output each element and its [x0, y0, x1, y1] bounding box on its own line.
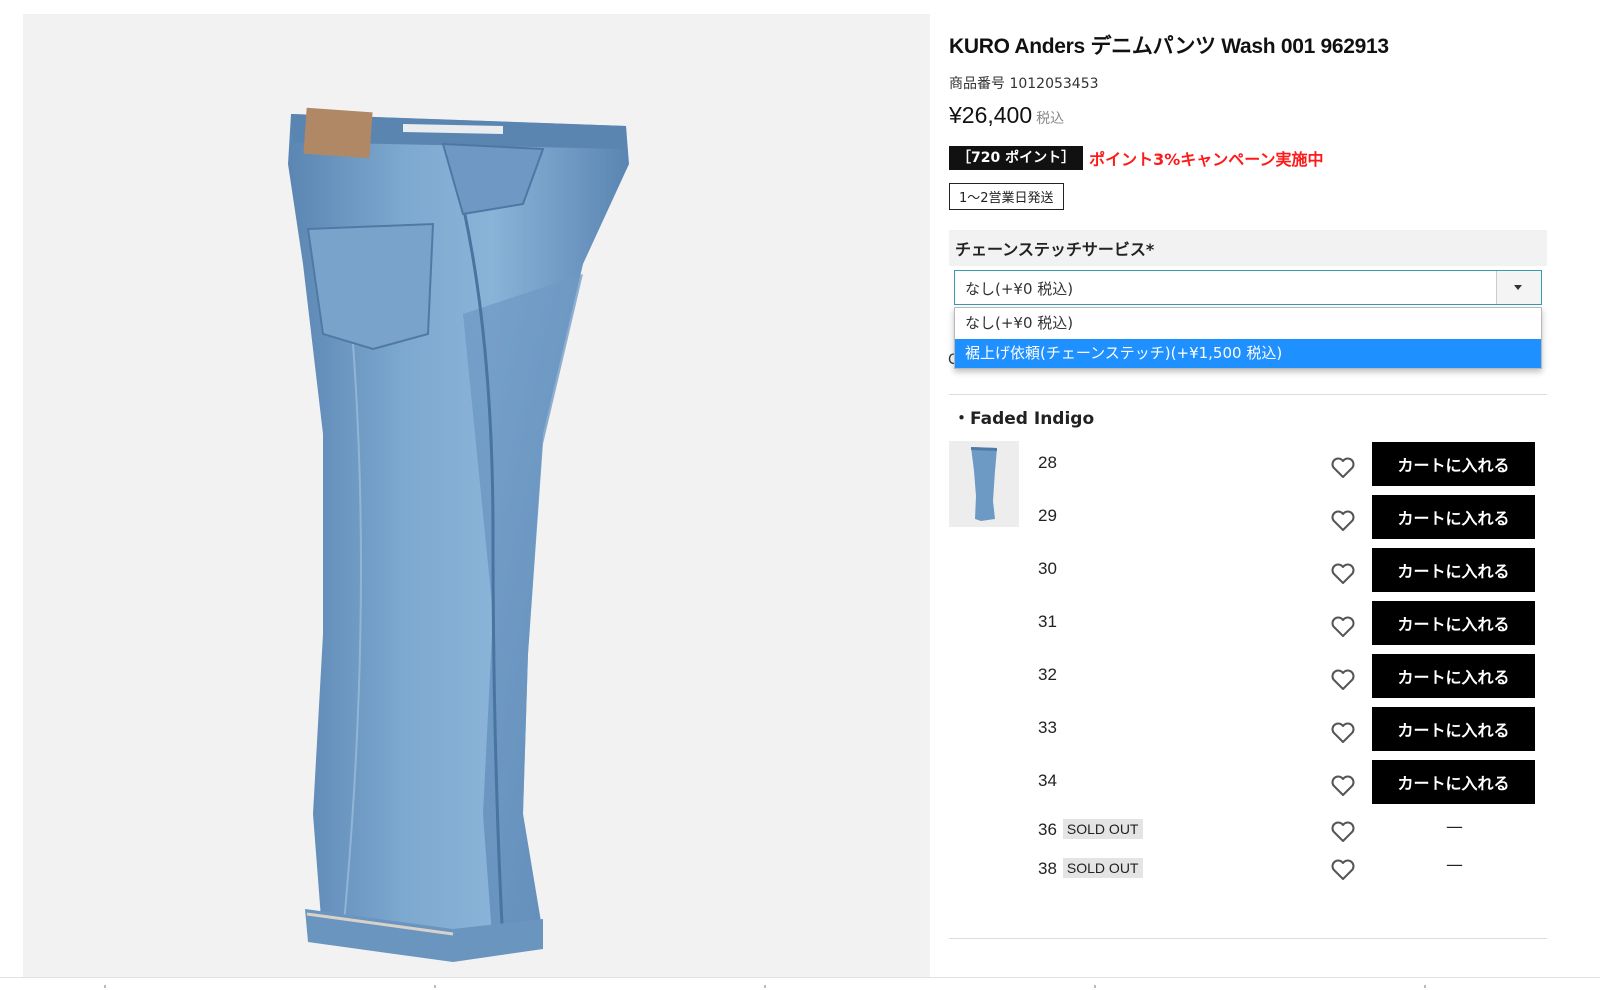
divider-tick: [1424, 985, 1426, 988]
chain-stitch-label: チェーンステッチサービス*: [955, 240, 1155, 259]
unavailable-dash: —: [1446, 855, 1463, 875]
tax-label: 税込: [1036, 111, 1065, 127]
size-label: 31: [1038, 612, 1057, 631]
size-label: 28: [1038, 453, 1057, 472]
points-badge: ［720 ポイント］: [949, 146, 1084, 170]
size-label: 33: [1038, 718, 1057, 737]
points-row: ［720 ポイント］ ポイント3%キャンペーン実施中: [949, 146, 1323, 170]
price: ¥26,400: [949, 102, 1033, 128]
size-label: 38 SOLD OUT: [1038, 858, 1143, 879]
add-to-cart-button[interactable]: カートに入れる: [1372, 601, 1535, 645]
sold-out-badge: SOLD OUT: [1062, 819, 1143, 839]
heart-icon[interactable]: [1330, 721, 1356, 745]
size-label: 36 SOLD OUT: [1038, 819, 1143, 840]
product-image[interactable]: [23, 14, 930, 977]
add-to-cart-button[interactable]: カートに入れる: [1372, 760, 1535, 804]
heart-icon[interactable]: [1330, 820, 1356, 844]
add-to-cart-button[interactable]: カートに入れる: [1372, 707, 1535, 751]
product-title: KURO Anders デニムパンツ Wash 001 962913: [949, 35, 1389, 58]
heart-icon[interactable]: [1330, 456, 1356, 480]
divider-tick: [764, 985, 766, 988]
chain-stitch-dropdown: なし(+¥0 税込) 裾上げ依頼(チェーンステッチ)(+¥1,500 税込): [954, 307, 1542, 369]
product-number: 商品番号 1012053453: [949, 76, 1099, 92]
size-label: 29: [1038, 506, 1057, 525]
jeans-photo: [288, 107, 629, 962]
size-label: 32: [1038, 665, 1057, 684]
jeans-thumbnail-image: [971, 447, 997, 521]
dropdown-option-none[interactable]: なし(+¥0 税込): [955, 309, 1541, 338]
chain-stitch-select[interactable]: なし(+¥0 税込): [954, 270, 1542, 305]
heart-icon[interactable]: [1330, 509, 1356, 533]
divider: [949, 938, 1547, 939]
divider-tick: [1094, 985, 1096, 988]
color-thumbnail[interactable]: [949, 441, 1019, 527]
size-label: 30: [1038, 559, 1057, 578]
page-divider: [0, 977, 1600, 978]
campaign-text: ポイント3%キャンペーン実施中: [1089, 150, 1324, 169]
dropdown-option-hem[interactable]: 裾上げ依頼(チェーンステッチ)(+¥1,500 税込): [955, 339, 1541, 368]
size-label: 34: [1038, 771, 1057, 790]
chain-stitch-header: チェーンステッチサービス*: [949, 230, 1547, 266]
heart-icon[interactable]: [1330, 668, 1356, 692]
heart-icon[interactable]: [1330, 615, 1356, 639]
select-value: なし(+¥0 税込): [965, 280, 1074, 298]
heart-icon[interactable]: [1330, 774, 1356, 798]
divider-tick: [434, 985, 436, 988]
add-to-cart-button[interactable]: カートに入れる: [1372, 654, 1535, 698]
price-row: ¥26,400 税込: [949, 102, 1064, 129]
color-name: ・Faded Indigo: [953, 409, 1095, 429]
add-to-cart-button[interactable]: カートに入れる: [1372, 442, 1535, 486]
shipping-badge: 1～2営業日発送: [949, 183, 1064, 210]
add-to-cart-button[interactable]: カートに入れる: [1372, 495, 1535, 539]
chevron-down-icon[interactable]: [1496, 271, 1541, 304]
divider: [949, 394, 1547, 395]
divider-tick: [104, 985, 106, 988]
unavailable-dash: —: [1446, 817, 1463, 837]
heart-icon[interactable]: [1330, 858, 1356, 882]
heart-icon[interactable]: [1330, 562, 1356, 586]
add-to-cart-button[interactable]: カートに入れる: [1372, 548, 1535, 592]
sold-out-badge: SOLD OUT: [1062, 858, 1143, 878]
